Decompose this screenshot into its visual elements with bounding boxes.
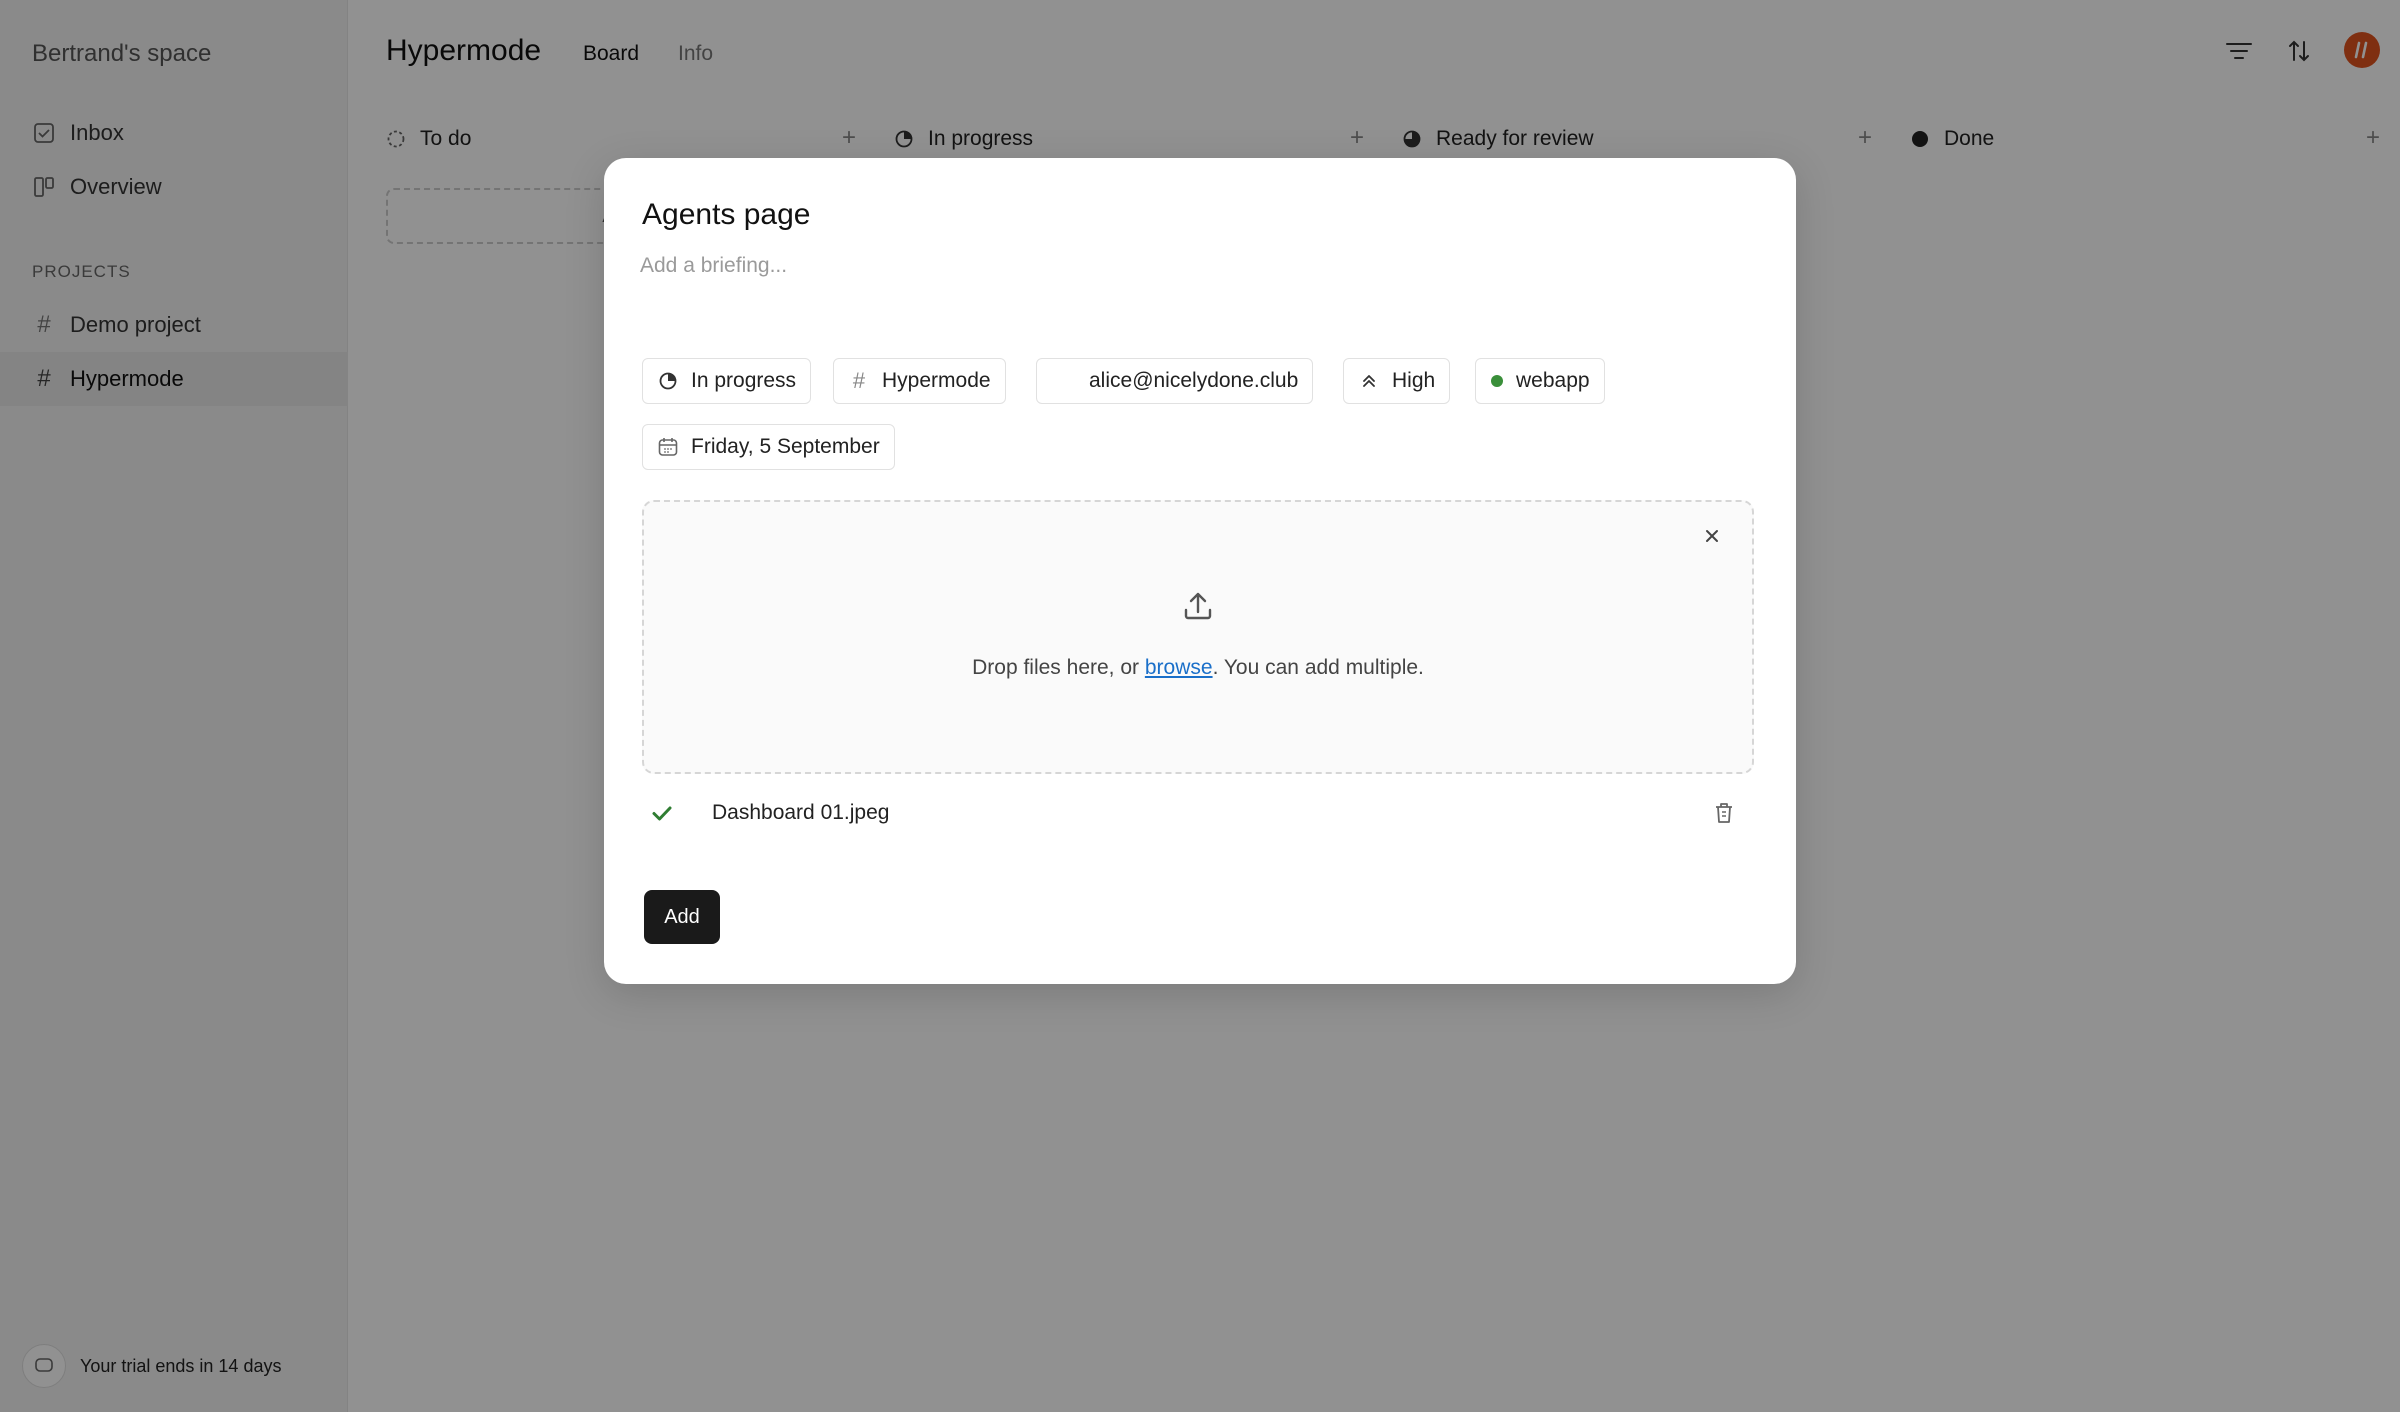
new-task-dialog: Agents page In progress # Hypermode alic… [604,158,1796,984]
due-date-chip-label: Friday, 5 September [691,435,880,458]
project-chip[interactable]: # Hypermode [833,358,1006,404]
priority-high-icon [1358,370,1380,392]
label-dot-icon [1490,370,1504,392]
label-chip-label: webapp [1516,369,1590,392]
dropzone-text-before: Drop files here, or [972,656,1145,679]
status-chip-label: In progress [691,369,797,392]
in-progress-status-icon [657,370,679,392]
assignee-chip-label: alice@nicelydone.club [1089,369,1299,392]
project-chip-label: Hypermode [882,369,991,392]
check-icon [648,799,676,827]
browse-link[interactable]: browse [1145,656,1213,679]
priority-chip-label: High [1392,369,1436,392]
trash-icon[interactable] [1710,799,1738,827]
hash-icon: # [852,368,866,393]
dropzone-text: Drop files here, or browse. You can add … [644,656,1752,680]
label-chip[interactable]: webapp [1475,358,1605,404]
calendar-icon [657,436,679,458]
status-chip[interactable]: In progress [642,358,812,404]
priority-chip[interactable]: High [1343,358,1451,404]
briefing-input[interactable] [640,246,1740,286]
add-button[interactable]: Add [644,890,720,944]
task-title[interactable]: Agents page [642,198,810,232]
assignee-chip[interactable]: alice@nicelydone.club [1036,358,1314,404]
upload-icon [1180,588,1216,624]
close-icon[interactable] [1698,522,1726,550]
uploaded-file-row: Dashboard 01.jpeg [642,784,1754,842]
dropzone-text-after: . You can add multiple. [1212,656,1424,679]
file-name: Dashboard 01.jpeg [712,801,890,824]
file-dropzone[interactable]: Drop files here, or browse. You can add … [642,500,1754,774]
due-date-chip[interactable]: Friday, 5 September [642,424,895,470]
